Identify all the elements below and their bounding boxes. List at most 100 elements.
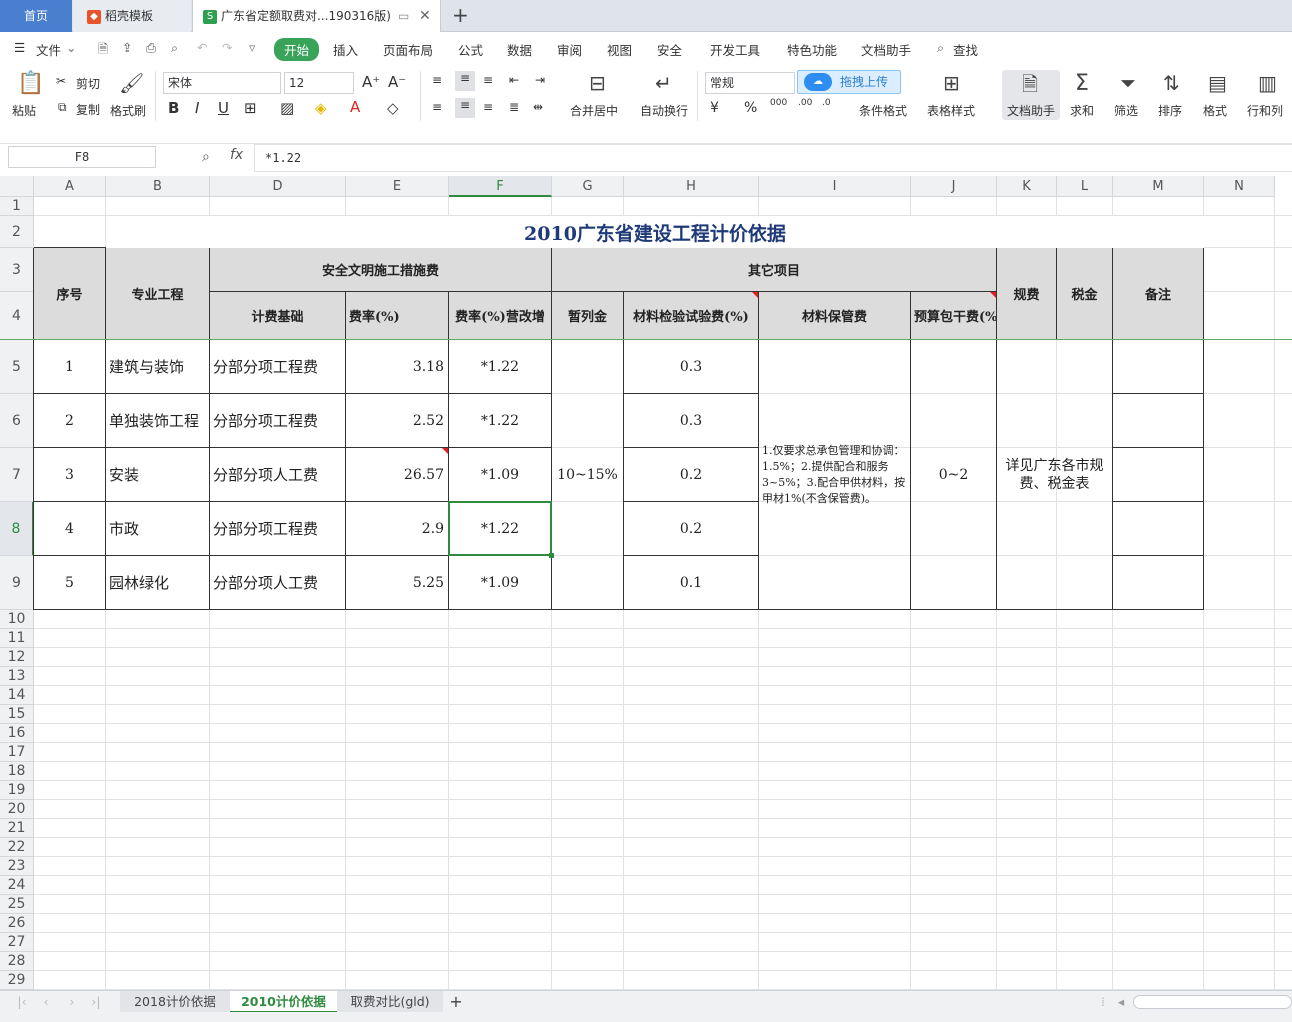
tab-document[interactable]: S 广东省定额取费对...190316版) ▭ ✕ xyxy=(192,0,441,32)
copy-icon[interactable]: ⧉ xyxy=(58,100,67,115)
formula-input[interactable]: *1.22 xyxy=(254,144,1292,172)
rows-cols-icon[interactable]: ▥ xyxy=(1258,73,1277,93)
indent-decrease-icon[interactable]: ⇤ xyxy=(509,73,519,87)
format-painter-button[interactable]: 格式刷 xyxy=(110,102,146,119)
bold-icon[interactable]: B xyxy=(168,99,179,117)
copy-button[interactable]: 复制 xyxy=(76,101,100,118)
percent-icon[interactable]: % xyxy=(744,100,757,116)
row-header-13[interactable]: 13 xyxy=(0,667,34,686)
filter-icon[interactable]: ⏷ xyxy=(1120,73,1136,93)
horizontal-scrollbar[interactable] xyxy=(1133,995,1292,1009)
align-center-icon[interactable]: ≡ xyxy=(455,98,475,118)
scroll-left-icon[interactable]: ◂ xyxy=(1114,991,1128,1013)
border-icon[interactable]: ⊞ xyxy=(244,99,257,117)
search-icon[interactable]: ⌕ xyxy=(937,40,944,56)
rows-cols-button[interactable]: 行和列 xyxy=(1247,102,1283,119)
row-header-16[interactable]: 16 xyxy=(0,724,34,743)
fill-pattern-icon[interactable]: ▨ xyxy=(280,99,294,117)
cell-specialty[interactable]: 园林绿化 xyxy=(106,556,210,610)
font-color-icon[interactable]: A xyxy=(350,98,360,116)
comment-indicator[interactable] xyxy=(752,292,758,298)
row-header-21[interactable]: 21 xyxy=(0,819,34,838)
function-icon[interactable]: fx xyxy=(230,147,243,163)
cell-remarks[interactable] xyxy=(1113,502,1204,556)
prev-sheet-icon[interactable]: ‹ xyxy=(38,991,54,1013)
tab-template[interactable]: ◆ 稻壳模板 xyxy=(73,0,191,32)
cell-fees-tax[interactable]: 详见广东各市规费、税金表 xyxy=(997,340,1113,610)
column-header-K[interactable]: K xyxy=(997,176,1057,197)
indent-increase-icon[interactable]: ⇥ xyxy=(535,73,545,87)
cell-provisional[interactable]: 10~15% xyxy=(552,340,624,610)
header-other-items[interactable]: 其它项目 xyxy=(552,248,997,292)
cell-basis[interactable]: 分部分项人工费 xyxy=(210,556,346,610)
decrease-decimal-icon[interactable]: .0 xyxy=(822,98,831,108)
table-style-button[interactable]: 表格样式 xyxy=(927,102,975,119)
cell-rate-vat[interactable]: *1.09 xyxy=(449,448,552,502)
menu-find[interactable]: 查找 xyxy=(953,40,978,59)
tab-restore-icon[interactable]: ▭ xyxy=(398,0,409,32)
paste-icon[interactable]: 📋 xyxy=(17,73,44,95)
cell-basis[interactable]: 分部分项工程费 xyxy=(210,340,346,394)
column-header-B[interactable]: B xyxy=(106,176,210,197)
row-header-28[interactable]: 28 xyxy=(0,952,34,971)
increase-decimal-icon[interactable]: .00 xyxy=(798,98,812,108)
wrap-text-button[interactable]: 自动换行 xyxy=(640,102,688,119)
column-header-J[interactable]: J xyxy=(911,176,997,197)
chevron-down-icon[interactable]: ⌄ xyxy=(66,40,76,55)
row-header-18[interactable]: 18 xyxy=(0,762,34,781)
sum-button[interactable]: 求和 xyxy=(1070,102,1094,119)
cell-specialty[interactable]: 安装 xyxy=(106,448,210,502)
row-header-10[interactable]: 10 xyxy=(0,610,34,629)
cell-rate-vat[interactable]: *1.09 xyxy=(449,556,552,610)
header-material-storage[interactable]: 材料保管费 xyxy=(759,292,911,340)
menu-insert[interactable]: 插入 xyxy=(333,40,358,59)
redo-icon[interactable]: ↷ xyxy=(222,40,232,55)
menu-home[interactable]: 开始 xyxy=(274,38,320,61)
new-tab-icon[interactable]: + xyxy=(452,3,469,27)
align-middle-icon[interactable]: ≡ xyxy=(455,71,475,91)
menu-file[interactable]: 文件 xyxy=(36,40,61,59)
shrink-font-icon[interactable]: A⁻ xyxy=(388,73,406,91)
menu-data[interactable]: 数据 xyxy=(507,40,532,59)
print-preview-icon[interactable]: ⌕ xyxy=(171,40,178,56)
align-bottom-icon[interactable]: ≡ xyxy=(483,73,493,87)
row-header-19[interactable]: 19 xyxy=(0,781,34,800)
cell-specialty[interactable]: 市政 xyxy=(106,502,210,556)
merge-center-button[interactable]: 合并居中 xyxy=(570,102,618,119)
upload-button[interactable]: ☁ 拖拽上传 xyxy=(797,70,901,94)
first-sheet-icon[interactable]: |‹ xyxy=(14,991,30,1013)
column-header-L[interactable]: L xyxy=(1057,176,1113,197)
menu-formulas[interactable]: 公式 xyxy=(458,40,483,59)
cell-seq[interactable]: 5 xyxy=(34,556,106,610)
cut-button[interactable]: 剪切 xyxy=(76,75,100,92)
column-header-I[interactable]: I xyxy=(759,176,911,197)
row-header-26[interactable]: 26 xyxy=(0,914,34,933)
menu-security[interactable]: 安全 xyxy=(657,40,682,59)
cell-rate-vat[interactable]: *1.22 xyxy=(449,340,552,394)
cell-material-test[interactable]: 0.2 xyxy=(624,502,759,556)
save-icon[interactable]: 🗎 xyxy=(98,40,108,61)
number-format-select[interactable]: 常规 xyxy=(705,72,795,94)
more-icon[interactable]: ▿ xyxy=(249,40,255,55)
export-icon[interactable]: ⇪ xyxy=(122,40,132,55)
hamburger-icon[interactable]: ☰ xyxy=(14,40,25,55)
cell-material-test[interactable]: 0.1 xyxy=(624,556,759,610)
menu-features[interactable]: 特色功能 xyxy=(787,40,837,59)
row-header-3[interactable]: 3 xyxy=(0,248,34,292)
table-style-icon[interactable]: ⊞ xyxy=(943,73,960,93)
row-header-2[interactable]: 2 xyxy=(0,216,34,248)
cell-rate[interactable]: 26.57 xyxy=(346,448,449,502)
wrap-text-icon[interactable]: ↵ xyxy=(655,73,672,93)
row-header-9[interactable]: 9 xyxy=(0,556,34,610)
column-header-D[interactable]: D xyxy=(210,176,346,197)
row-header-8[interactable]: 8 xyxy=(0,502,34,556)
cell-material-test[interactable]: 0.2 xyxy=(624,448,759,502)
header-remarks[interactable]: 备注 xyxy=(1113,248,1204,340)
align-top-icon[interactable]: ≡ xyxy=(432,73,442,87)
menu-developer[interactable]: 开发工具 xyxy=(710,40,760,59)
row-header-25[interactable]: 25 xyxy=(0,895,34,914)
grow-font-icon[interactable]: A⁺ xyxy=(362,73,380,91)
row-header-4[interactable]: 4 xyxy=(0,292,34,340)
format-painter-icon[interactable]: 🖌 xyxy=(119,73,144,93)
cell-material-storage[interactable]: 1.仅要求总承包管理和协调：1.5%；2.提供配合和服务3~5%；3.配合甲供材… xyxy=(759,340,911,610)
